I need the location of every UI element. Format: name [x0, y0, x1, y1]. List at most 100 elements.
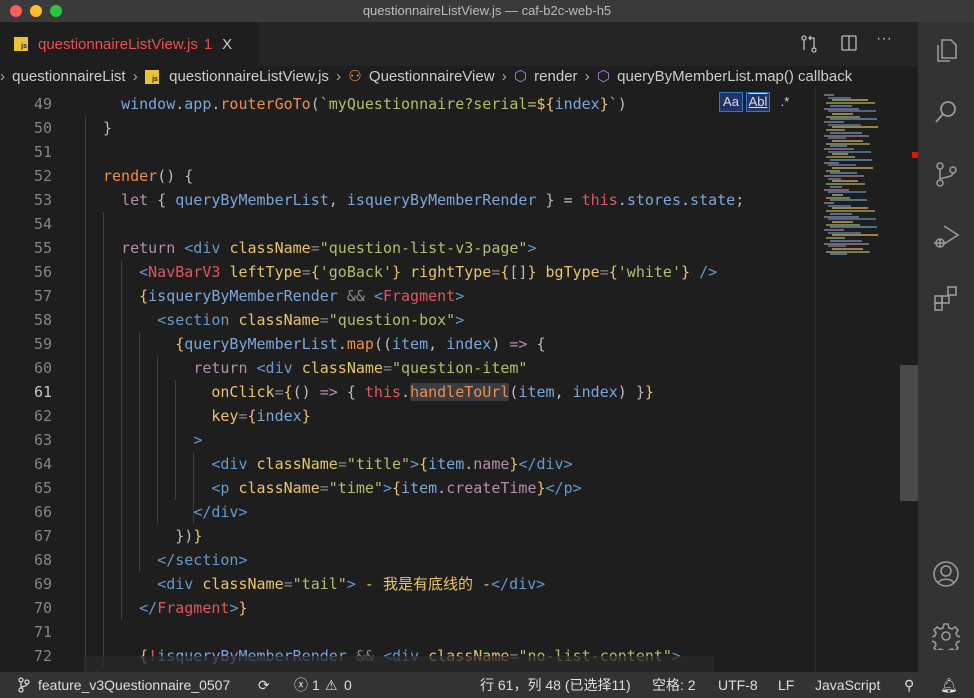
minimap-line: [824, 175, 864, 177]
sync-icon[interactable]: ⟳: [258, 672, 270, 698]
code-token: .: [175, 95, 185, 113]
branch-icon: [18, 672, 30, 698]
source-control-icon[interactable]: [932, 160, 960, 188]
error-icon[interactable]: ⓧ: [294, 672, 308, 698]
branch-name[interactable]: feature_v3Questionnaire_0507: [38, 672, 230, 698]
code-token: index: [256, 407, 302, 425]
selected-text: handleToUrl: [410, 383, 510, 401]
code-line[interactable]: 63 >: [0, 428, 815, 452]
minimap-line: [828, 191, 866, 194]
feedback-icon[interactable]: ⚲: [904, 672, 914, 698]
code-line[interactable]: 51: [0, 140, 815, 164]
account-icon[interactable]: [932, 560, 960, 588]
notifications-bell-icon[interactable]: 🔔︎: [940, 672, 958, 698]
tab-questionnairelistview[interactable]: js questionnaireListView.js 1 X: [0, 22, 258, 66]
code-token: item: [401, 479, 438, 497]
match-case-toggle[interactable]: Aa: [719, 92, 743, 112]
code-token: let: [121, 191, 149, 209]
code-token: </section>: [157, 551, 248, 569]
breadcrumb-file[interactable]: questionnaireListView.js: [169, 68, 329, 85]
code-line[interactable]: 66 </div>: [0, 500, 815, 524]
settings-gear-icon[interactable]: [930, 622, 962, 655]
code-line[interactable]: 68 </section>: [0, 548, 815, 572]
minimap-line: [830, 145, 847, 148]
code-token: queryByMemberList: [184, 335, 338, 353]
code-line[interactable]: 54: [0, 212, 815, 236]
warning-icon[interactable]: ⚠: [325, 672, 338, 698]
code-token: `: [608, 95, 618, 113]
code-line[interactable]: 61 onClick={() => { this.handleToUrl(ite…: [0, 380, 815, 404]
breadcrumb-callback[interactable]: queryByMemberList.map() callback: [617, 68, 852, 85]
chevron-right-icon: ›: [584, 68, 590, 85]
code-line[interactable]: 50}: [0, 116, 815, 140]
code-line[interactable]: 69 <div className="tail"> - 我是有底线的 -</di…: [0, 572, 815, 596]
minimap[interactable]: [815, 88, 900, 672]
code-editor[interactable]: 49 window.app.routerGoTo(`myQuestionnair…: [0, 88, 900, 672]
line-number: 64: [33, 455, 52, 473]
code-line[interactable]: 57 {isqueryByMemberRender && <Fragment>: [0, 284, 815, 308]
code-line[interactable]: 64 <div className="title">{item.name}</d…: [0, 452, 815, 476]
code-line[interactable]: 70 </Fragment>}: [0, 596, 815, 620]
code-token: =>: [319, 383, 338, 401]
code-line[interactable]: 56 <NavBarV3 leftType={'goBack'} rightTy…: [0, 260, 815, 284]
code-token: key: [211, 407, 239, 425]
close-window-button[interactable]: [10, 5, 22, 17]
split-editor-icon[interactable]: [840, 34, 858, 57]
match-whole-word-toggle[interactable]: Abl: [746, 92, 770, 112]
minimap-line: [826, 183, 865, 186]
code-token: </div>: [193, 503, 248, 521]
encoding[interactable]: UTF-8: [718, 672, 758, 698]
code-line[interactable]: 65 <p className="time">{item.createTime}…: [0, 476, 815, 500]
end-of-line[interactable]: LF: [778, 672, 794, 698]
scrollbar-thumb[interactable]: [900, 365, 918, 501]
code-token: .: [401, 383, 411, 401]
close-tab-button[interactable]: X: [222, 36, 232, 53]
code-line[interactable]: 49 window.app.routerGoTo(`myQuestionnair…: [0, 92, 815, 116]
code-line[interactable]: 53 let { queryByMemberList, isqueryByMem…: [0, 188, 815, 212]
code-line[interactable]: 60 return <div className="question-item": [0, 356, 815, 380]
vertical-scrollbar[interactable]: [900, 88, 918, 672]
code-line[interactable]: 71: [0, 620, 815, 644]
line-number: 55: [33, 239, 52, 257]
code-line[interactable]: 52 render() {: [0, 164, 815, 188]
breadcrumb-method[interactable]: render: [534, 68, 577, 85]
chevron-right-icon: ›: [501, 68, 507, 85]
line-number: 67: [33, 527, 52, 545]
code-text: }: [103, 116, 112, 140]
use-regex-toggle[interactable]: .*: [773, 92, 797, 112]
code-token: "time": [328, 479, 383, 497]
code-line[interactable]: 62 key={index}: [0, 404, 815, 428]
activity-bar: [918, 22, 974, 672]
zoom-window-button[interactable]: [50, 5, 62, 17]
code-line[interactable]: 59 {queryByMemberList.map((item, index) …: [0, 332, 815, 356]
search-icon[interactable]: [932, 98, 960, 126]
indentation[interactable]: 空格: 2: [652, 672, 696, 698]
code-line[interactable]: 67 })}: [0, 524, 815, 548]
extensions-icon[interactable]: [932, 284, 960, 312]
more-actions-icon[interactable]: ···: [876, 30, 892, 48]
minimize-window-button[interactable]: [30, 5, 42, 17]
line-number: 60: [33, 359, 52, 377]
code-token: bgType: [545, 263, 600, 281]
error-count[interactable]: 1: [312, 672, 320, 698]
minimap-line: [832, 220, 853, 223]
code-token: =: [599, 263, 609, 281]
code-token: "tail": [292, 575, 347, 593]
explorer-icon[interactable]: [932, 36, 960, 64]
code-token: item: [392, 335, 429, 353]
minimap-line: [830, 118, 877, 121]
code-line[interactable]: 55 return <div className="question-list-…: [0, 236, 815, 260]
warning-count[interactable]: 0: [344, 672, 352, 698]
code-line[interactable]: 58 <section className="question-box">: [0, 308, 815, 332]
language-mode[interactable]: JavaScript: [815, 672, 880, 698]
breadcrumb-class[interactable]: QuestionnaireView: [369, 68, 495, 85]
open-changes-icon[interactable]: [800, 34, 818, 59]
minimap-line: [824, 202, 834, 204]
breadcrumb-folder[interactable]: questionnaireList: [12, 68, 125, 85]
line-number: 59: [33, 335, 52, 353]
cursor-position[interactable]: 行 61，列 48 (已选择11): [480, 672, 631, 698]
run-debug-icon[interactable]: [932, 222, 960, 250]
